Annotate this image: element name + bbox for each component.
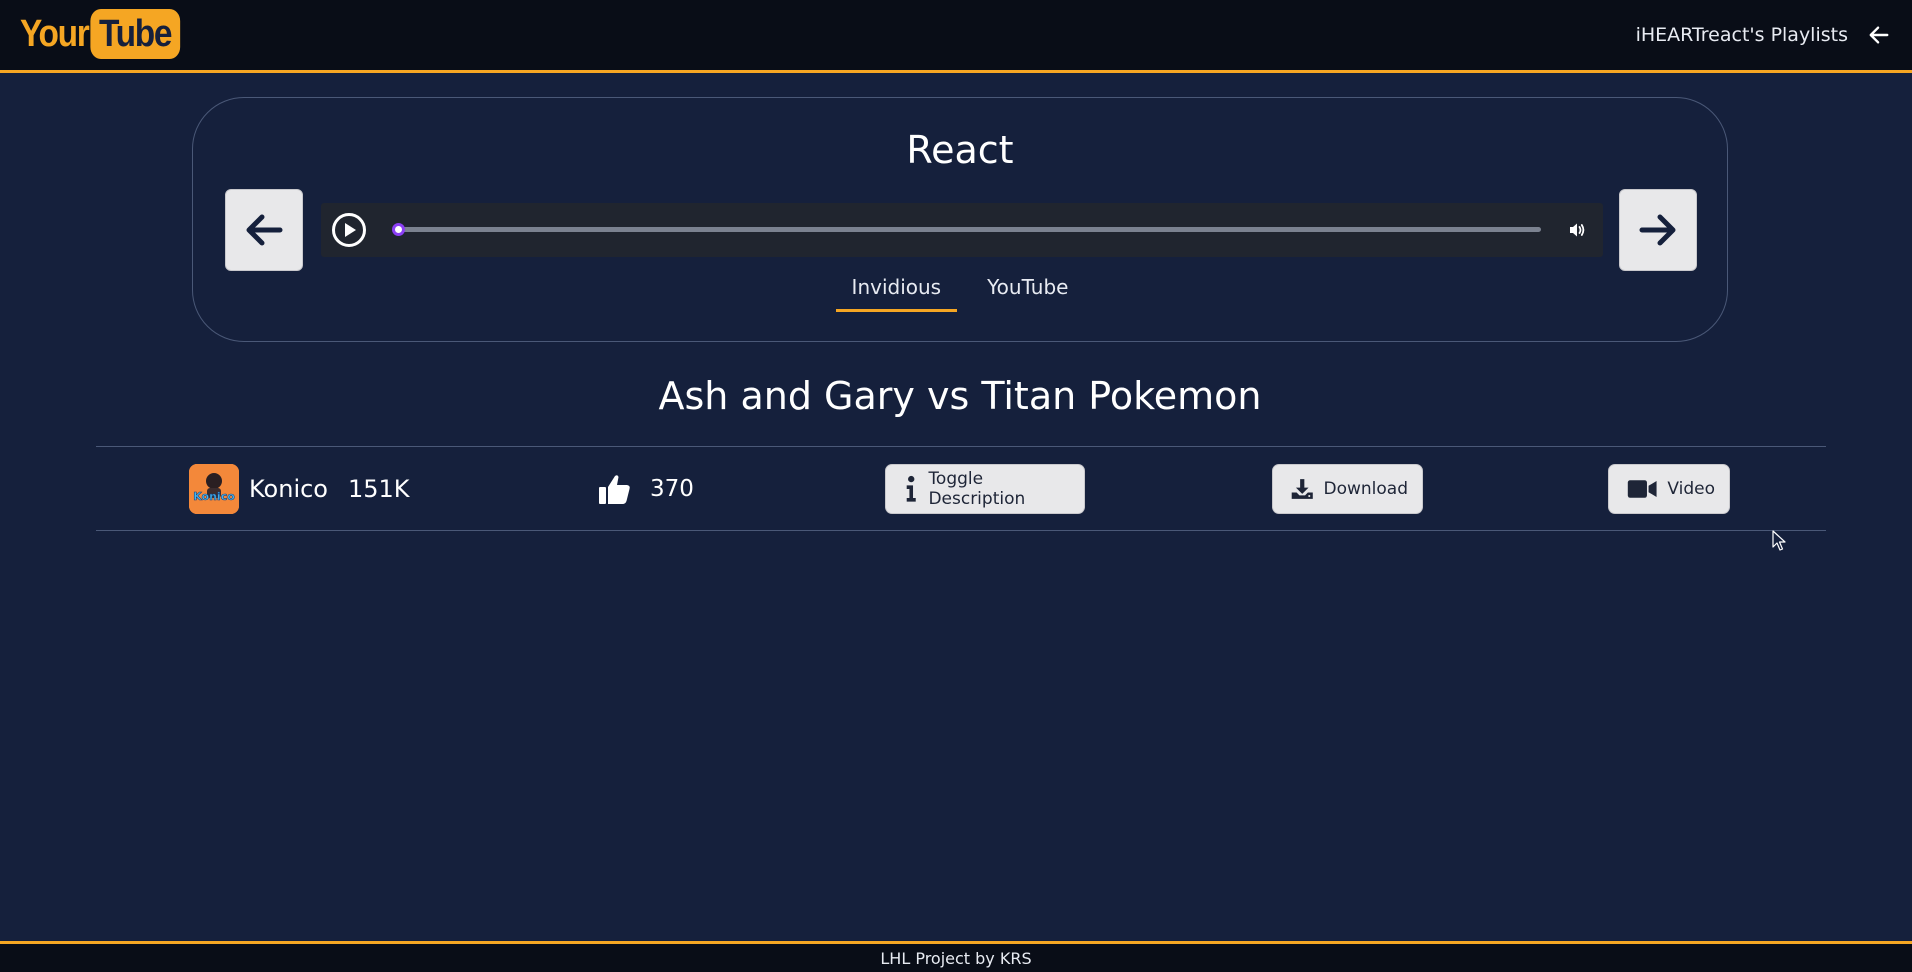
like-info: 370 bbox=[598, 464, 694, 514]
play-button[interactable] bbox=[331, 212, 367, 248]
channel-info: Konico Konico 151K bbox=[189, 464, 410, 514]
download-icon bbox=[1291, 479, 1313, 499]
top-navbar: Your Tube iHEARTreact's Playlists bbox=[0, 0, 1912, 73]
progress-thumb[interactable] bbox=[391, 223, 405, 236]
like-count: 370 bbox=[650, 476, 694, 502]
arrow-right-icon bbox=[1639, 214, 1676, 246]
nav-right: iHEARTreact's Playlists bbox=[1636, 0, 1890, 70]
logout-button[interactable] bbox=[1868, 24, 1890, 46]
video-info-row: Konico Konico 151K 370 Toggle Descriptio… bbox=[96, 446, 1826, 531]
arrow-left-icon bbox=[246, 214, 283, 246]
volume-icon bbox=[1570, 223, 1585, 237]
subscriber-count: 151K bbox=[347, 475, 410, 503]
volume-button[interactable] bbox=[1567, 220, 1587, 240]
logo-tube-text: Tube bbox=[90, 9, 180, 59]
next-video-button[interactable] bbox=[1619, 189, 1697, 271]
audio-player bbox=[321, 203, 1603, 257]
yourtube-logo[interactable]: Your Tube bbox=[20, 9, 180, 59]
play-circle-icon bbox=[332, 213, 366, 247]
source-tabs: Invidious YouTube bbox=[193, 265, 1727, 312]
thumbs-up-icon bbox=[599, 475, 630, 504]
video-title: Ash and Gary vs Titan Pokemon bbox=[658, 374, 1262, 418]
video-camera-icon bbox=[1627, 480, 1657, 498]
previous-video-button[interactable] bbox=[225, 189, 303, 271]
channel-name[interactable]: Konico bbox=[249, 475, 328, 503]
mouse-cursor-icon bbox=[1772, 530, 1786, 551]
tab-youtube[interactable]: YouTube bbox=[971, 265, 1084, 312]
footer-text: LHL Project by KRS bbox=[880, 948, 1032, 968]
channel-avatar[interactable]: Konico bbox=[189, 464, 239, 514]
player-card: React Invidious YouTube bbox=[192, 97, 1728, 342]
progress-track[interactable] bbox=[391, 223, 1541, 236]
toggle-description-label: Toggle Description bbox=[928, 469, 1026, 509]
channel-avatar-image: Konico bbox=[189, 464, 239, 514]
video-button[interactable]: Video bbox=[1608, 464, 1730, 514]
arrow-left-icon bbox=[1869, 26, 1889, 44]
logo-your-text: Your bbox=[20, 12, 90, 55]
download-label: Download bbox=[1323, 479, 1408, 499]
tab-invidious[interactable]: Invidious bbox=[835, 265, 958, 312]
info-icon bbox=[906, 475, 916, 502]
channel-avatar-label: Konico bbox=[193, 490, 235, 503]
toggle-description-button[interactable]: Toggle Description bbox=[885, 464, 1085, 514]
footer: LHL Project by KRS bbox=[0, 941, 1912, 972]
playlists-link[interactable]: iHEARTreact's Playlists bbox=[1636, 24, 1848, 46]
video-label: Video bbox=[1667, 479, 1715, 499]
playlist-title: React bbox=[906, 128, 1014, 172]
download-button[interactable]: Download bbox=[1272, 464, 1423, 514]
